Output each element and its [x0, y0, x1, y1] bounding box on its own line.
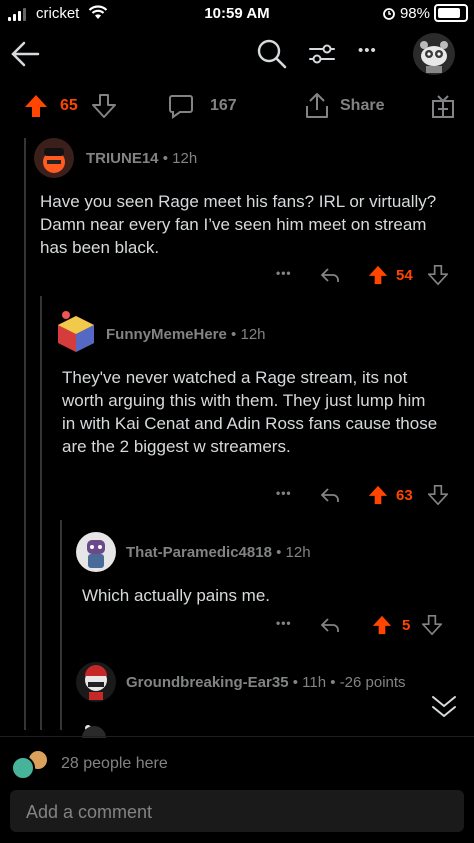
comment-age: 12h: [172, 150, 198, 167]
username[interactable]: Groundbreaking-Ear35: [126, 674, 289, 691]
upvote-icon[interactable]: [368, 264, 388, 286]
comment-body: They've never watched a Rage stream, its…: [62, 368, 438, 456]
reply-icon[interactable]: [320, 616, 340, 634]
separator: •: [292, 674, 298, 691]
separator: •: [162, 150, 168, 167]
active-users-avatars: [11, 749, 49, 780]
comment-body: Have you seen Rage meet his fans? IRL or…: [40, 192, 437, 257]
more-options-icon[interactable]: •••: [276, 616, 292, 630]
snoo-avatar[interactable]: [412, 32, 456, 76]
back-arrow-icon[interactable]: [10, 40, 40, 68]
comment-actions: ••• 5: [276, 612, 456, 640]
comment-meta: Groundbreaking-Ear35 • 11h • -26 points: [126, 674, 406, 691]
username[interactable]: TRIUNE14: [86, 150, 159, 167]
separator: •: [276, 544, 282, 561]
comment-age: 12h: [285, 544, 311, 561]
thread-line[interactable]: [40, 296, 42, 738]
comment-input-box[interactable]: [10, 790, 464, 834]
avatar[interactable]: [76, 662, 116, 702]
downvote-icon[interactable]: [428, 264, 448, 286]
status-bar: cricket 10:59 AM 98%: [0, 0, 474, 26]
comment-body: Which actually pains me.: [82, 586, 271, 605]
thread-line[interactable]: [24, 138, 26, 738]
post-action-bar: 65 167 Share: [0, 88, 474, 124]
alarm-icon: [383, 8, 395, 20]
battery-percent: 98%: [399, 4, 430, 22]
comment-meta: FunnyMemeHere • 12h: [106, 326, 266, 343]
downvote-icon[interactable]: [428, 484, 448, 506]
collapse-chevron-icon[interactable]: [430, 694, 458, 720]
search-icon[interactable]: [256, 38, 288, 70]
avatar[interactable]: [56, 310, 96, 354]
comment-points: -26 points: [339, 674, 406, 691]
more-icon[interactable]: •••: [358, 42, 377, 59]
comment-meta: TRIUNE14 • 12h: [86, 150, 197, 167]
post-score: 65: [60, 97, 78, 114]
filter-icon[interactable]: [308, 41, 336, 67]
avatar[interactable]: [76, 532, 116, 572]
more-options-icon[interactable]: •••: [276, 266, 292, 280]
upvote-icon[interactable]: [24, 94, 48, 118]
comment-actions: ••• 63: [276, 482, 456, 510]
award-icon[interactable]: [430, 93, 456, 119]
username[interactable]: FunnyMemeHere: [106, 326, 227, 343]
avatar[interactable]: [34, 138, 74, 178]
downvote-icon[interactable]: [92, 94, 116, 118]
comment-meta: That-Paramedic4818 • 12h: [126, 544, 311, 561]
username[interactable]: That-Paramedic4818: [126, 544, 272, 561]
comment-bubble-icon[interactable]: [168, 93, 194, 119]
comment-actions: ••• 54: [276, 262, 456, 290]
separator: •: [330, 674, 336, 691]
comment-count[interactable]: 167: [210, 97, 237, 115]
top-toolbar: •••: [0, 30, 474, 78]
comment-age: 12h: [240, 326, 266, 343]
separator: •: [231, 326, 237, 343]
share-button[interactable]: Share: [340, 97, 384, 115]
divider: [0, 736, 474, 737]
upvote-icon[interactable]: [372, 614, 392, 636]
comment-age: 11h: [302, 674, 327, 691]
reply-icon[interactable]: [320, 486, 340, 504]
upvote-icon[interactable]: [368, 484, 388, 506]
comment-score: 5: [402, 617, 411, 634]
more-options-icon[interactable]: •••: [276, 486, 292, 500]
battery-status: 98%: [382, 4, 468, 22]
battery-icon: [434, 4, 468, 22]
thread-line[interactable]: [60, 520, 62, 738]
reply-icon[interactable]: [320, 266, 340, 284]
downvote-icon[interactable]: [422, 614, 442, 636]
comment-score: 54: [396, 267, 413, 284]
add-comment-input[interactable]: [10, 790, 448, 834]
share-icon[interactable]: [304, 92, 330, 120]
people-here-count: 28 people here: [61, 755, 168, 772]
comment-score: 63: [396, 487, 413, 504]
